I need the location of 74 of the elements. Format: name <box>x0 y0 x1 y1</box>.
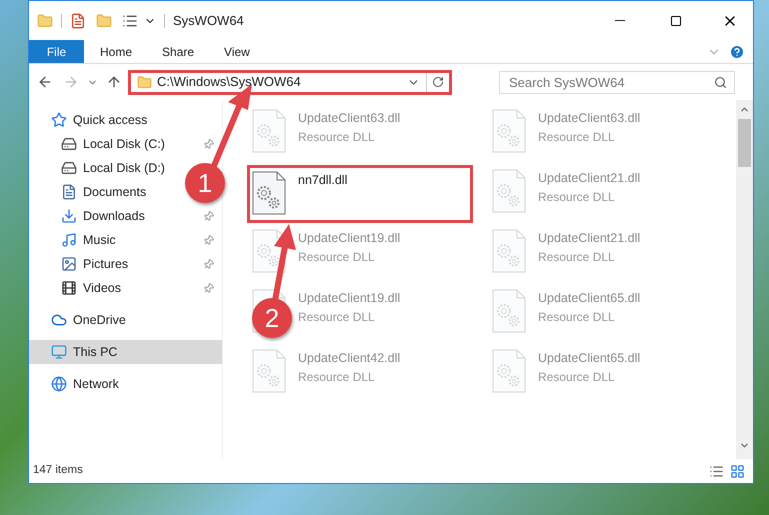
list-icon[interactable] <box>122 12 138 28</box>
file-item[interactable]: nn7dll.dll <box>247 165 473 223</box>
sidebar-item[interactable]: Downloads <box>29 204 222 228</box>
sidebar-item[interactable]: Quick access <box>29 108 156 132</box>
scroll-thumb[interactable] <box>738 119 751 167</box>
file-name: UpdateClient63.dll <box>538 110 640 127</box>
file-type: Resource DLL <box>298 248 376 266</box>
address-bar[interactable]: C:\Windows\SysWOW64 <box>128 70 452 94</box>
search-icon[interactable] <box>714 76 727 88</box>
large-icons-view-icon[interactable] <box>730 464 745 478</box>
sidebar-label: Pictures <box>83 256 128 273</box>
sidebar-label: Local Disk (C:) <box>83 136 165 153</box>
file-type: Resource DLL <box>538 188 616 206</box>
scrollbar[interactable] <box>736 100 753 459</box>
sidebar-label: OneDrive <box>73 312 126 329</box>
pc-icon <box>51 344 67 360</box>
window-title: SysWOW64 <box>173 12 244 30</box>
file-type: Resource DLL <box>298 368 376 386</box>
file-type: Resource DLL <box>538 128 616 146</box>
address-path: C:\Windows\SysWOW64 <box>157 73 301 92</box>
sidebar-item[interactable]: Videos <box>29 276 222 300</box>
star-icon <box>51 112 67 128</box>
minimize-icon <box>615 20 625 21</box>
sidebar-item[interactable]: Local Disk (C:) <box>29 132 222 156</box>
sidebar-item[interactable]: OneDrive <box>29 308 134 332</box>
maximize-icon <box>670 14 682 26</box>
file-name: UpdateClient63.dll <box>298 110 400 127</box>
sidebar-label: This PC <box>73 344 118 361</box>
sidebar-label: Downloads <box>83 208 145 225</box>
music-icon <box>61 232 77 248</box>
details-view-icon[interactable] <box>709 464 724 478</box>
network-icon <box>51 376 67 392</box>
file-name: UpdateClient19.dll <box>298 230 400 247</box>
file-type: Resource DLL <box>538 368 616 386</box>
item-count: 147 items <box>33 463 83 478</box>
video-icon <box>61 280 77 296</box>
sidebar-item[interactable]: Pictures <box>29 252 222 276</box>
picture-icon <box>61 256 77 272</box>
search-field[interactable]: Search SysWOW64 <box>499 70 735 94</box>
file-name: UpdateClient19.dll <box>298 290 400 307</box>
file-name: nn7dll.dll <box>298 172 348 189</box>
cloud-icon <box>51 312 67 328</box>
help-icon[interactable] <box>729 44 745 60</box>
file-name: UpdateClient21.dll <box>538 230 640 247</box>
sidebar-label: Videos <box>83 280 121 297</box>
sidebar-item[interactable]: Local Disk (D:) <box>29 156 173 180</box>
file-name: UpdateClient21.dll <box>538 170 640 187</box>
document-icon <box>61 184 77 200</box>
file-name: UpdateClient65.dll <box>538 290 640 307</box>
properties-icon[interactable] <box>70 12 86 28</box>
up-icon[interactable] <box>106 74 122 90</box>
sidebar-label: Quick access <box>73 112 148 129</box>
ribbon-tab[interactable]: File <box>29 40 84 63</box>
file-type: Resource DLL <box>538 308 616 326</box>
file-type: Resource DLL <box>298 128 376 146</box>
sidebar-label: Network <box>73 376 119 393</box>
sidebar-label: Music <box>83 232 116 249</box>
sidebar-item[interactable]: This PC <box>29 340 222 364</box>
file-type: Resource DLL <box>538 248 616 266</box>
sidebar-item[interactable]: Network <box>29 372 127 396</box>
ribbon-tab[interactable]: Home <box>86 40 146 63</box>
sidebar-label: Local Disk (D:) <box>83 160 165 177</box>
ribbon-tab[interactable]: Share <box>148 40 208 63</box>
back-icon[interactable] <box>37 74 53 90</box>
sidebar-item[interactable]: Documents <box>29 180 154 204</box>
refresh-icon[interactable] <box>432 76 444 88</box>
sidebar-label: Documents <box>83 184 146 201</box>
folder-icon <box>137 74 152 90</box>
sidebar-item[interactable]: Music <box>29 228 222 252</box>
ribbon-tab[interactable]: View <box>210 40 264 63</box>
file-name: UpdateClient65.dll <box>538 350 640 367</box>
download-icon <box>61 208 77 224</box>
file-name: UpdateClient42.dll <box>298 350 400 367</box>
file-type: Resource DLL <box>298 308 376 326</box>
